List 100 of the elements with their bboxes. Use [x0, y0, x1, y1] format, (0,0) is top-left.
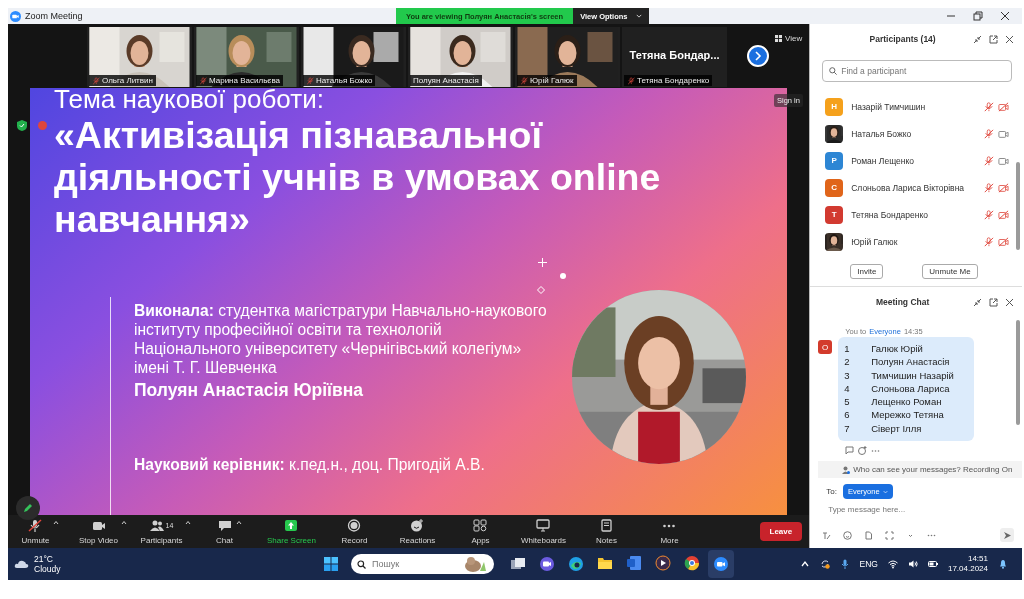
annotate-button[interactable] — [16, 496, 40, 520]
wifi-icon[interactable] — [887, 559, 898, 569]
close-icon[interactable] — [1005, 297, 1014, 307]
participant-name: Марина Васильєва — [209, 76, 280, 85]
avatar: Т — [825, 205, 844, 224]
list-name: Слоньова Лариса — [871, 381, 950, 396]
toolbar-button[interactable]: Share Screen — [266, 516, 317, 547]
collapse-icon[interactable] — [973, 34, 982, 44]
participant-name: Полуян Анастасія — [413, 76, 479, 85]
options-caret[interactable] — [121, 519, 127, 525]
caret-icon — [235, 519, 242, 525]
next-page-button[interactable] — [747, 45, 769, 67]
folder-icon — [597, 555, 613, 571]
toolbar-button[interactable]: Apps — [470, 516, 491, 547]
reply-icon[interactable] — [845, 446, 855, 456]
file-icon[interactable] — [864, 530, 874, 540]
chevron-down-icon — [635, 14, 642, 18]
taskbar-button[interactable] — [708, 550, 734, 578]
toolbar-button[interactable]: More — [659, 516, 680, 547]
apps-icon — [473, 519, 488, 532]
toolbar-button[interactable]: Notes — [595, 516, 618, 547]
toolbar-button[interactable]: Reactions — [398, 516, 437, 547]
panel-title: Meeting Chat — [874, 297, 931, 307]
caret-icon — [185, 519, 192, 525]
options-caret[interactable] — [235, 519, 242, 525]
avatar: Р — [825, 151, 844, 170]
search-field[interactable]: Пошук — [351, 554, 494, 574]
panel-title: Participants (14) — [868, 34, 937, 44]
video-call-icon — [539, 556, 555, 572]
send-button[interactable] — [1000, 528, 1014, 542]
clock-time[interactable]: 14:51 — [967, 554, 988, 564]
chevron-right-icon — [754, 51, 762, 61]
pop-out-icon[interactable] — [989, 34, 998, 44]
browser-icon — [568, 556, 584, 572]
list-number: 1 — [844, 342, 851, 356]
supervisor-info: Науковий керівник: к.пед.н., доц. Пригодій А.В. — [134, 456, 486, 474]
list-number: 5 — [844, 395, 851, 409]
plus-icon — [538, 258, 547, 267]
collapse-icon[interactable] — [973, 297, 982, 307]
slide-title: «Активізація пізнавальної — [54, 114, 544, 156]
toolbar-button[interactable]: Whiteboards — [520, 516, 567, 547]
scrollbar[interactable] — [1016, 320, 1020, 425]
participant-name: Наталья Божко — [316, 76, 373, 85]
participant-name: Ольга Литвин — [102, 76, 153, 85]
toolbar-button[interactable]: Record — [340, 516, 369, 547]
close-icon[interactable] — [1005, 34, 1014, 44]
browser-icon — [684, 555, 700, 571]
play-icon — [655, 555, 671, 571]
chevron-up-icon[interactable] — [799, 559, 810, 569]
avatar: О — [818, 340, 833, 354]
toolbar-button[interactable]: Stop Video — [78, 516, 119, 547]
list-number: 7 — [844, 421, 851, 436]
screenshot-icon[interactable] — [885, 530, 895, 540]
author-name: Полуян Анастасія Юріївна — [134, 379, 365, 401]
list-number: 2 — [844, 355, 851, 369]
window-title: Zoom Meeting — [25, 11, 83, 21]
toolbar-button[interactable]: Unmute — [20, 516, 51, 547]
clock-date[interactable]: 17.04.2024 — [947, 564, 988, 574]
search-field[interactable]: Find a participant — [822, 60, 1012, 82]
bell-icon[interactable] — [998, 559, 1008, 569]
list-name: Полуян Анастасія — [871, 355, 950, 369]
sync-icon[interactable] — [819, 559, 830, 569]
format-icon[interactable] — [822, 530, 832, 540]
scrollbar[interactable] — [1016, 162, 1020, 250]
temperature: 21°C — [34, 554, 54, 564]
search-icon — [829, 67, 838, 75]
caret-icon — [52, 519, 59, 525]
panel-button[interactable]: Invite — [850, 264, 884, 279]
view-button[interactable]: View — [774, 33, 804, 44]
avatar: Н — [825, 97, 844, 116]
search-input[interactable]: Find a participant — [841, 66, 1002, 76]
panel-button[interactable]: Unmute Me — [922, 264, 978, 279]
leave-button[interactable]: Leave — [759, 522, 803, 541]
restore-icon[interactable] — [973, 11, 983, 21]
pop-out-icon[interactable] — [989, 297, 998, 307]
slide-heading: Тема наукової роботи: — [54, 84, 324, 114]
dot-icon — [560, 273, 566, 279]
emoji-icon[interactable] — [843, 530, 853, 540]
microphone-icon[interactable] — [839, 559, 850, 569]
app-logo-icon — [10, 10, 21, 22]
input-language[interactable]: ENG — [859, 559, 878, 569]
options-caret[interactable] — [52, 519, 59, 525]
avatar: С — [825, 178, 844, 197]
toolbar-button[interactable]: Chat — [215, 516, 234, 547]
participant-name: Слоньова Лариса Вікторівна — [851, 182, 966, 193]
chevron-down-icon — [882, 489, 888, 494]
weather-condition: Cloudy — [34, 564, 61, 574]
author-info: Виконала: студентка магістратури Навчально-наукового інституту професійної освіти та технологій Національного університету «Чернігівський колегіум» імені Т. Г. Шевченка — [134, 301, 548, 377]
diamond-icon — [537, 286, 545, 294]
battery-icon[interactable] — [927, 559, 938, 569]
people-icon — [149, 519, 164, 532]
record-icon — [347, 519, 362, 532]
send-icon — [1002, 530, 1012, 540]
options-caret[interactable] — [185, 519, 192, 525]
add-reaction-icon[interactable] — [858, 446, 868, 456]
list-number: 3 — [844, 368, 851, 382]
search-input[interactable]: Пошук — [372, 559, 456, 569]
close-icon[interactable] — [1000, 11, 1010, 21]
slide-title: діяльності учнів в умовах online — [54, 156, 662, 198]
speaker-icon[interactable] — [907, 559, 918, 569]
